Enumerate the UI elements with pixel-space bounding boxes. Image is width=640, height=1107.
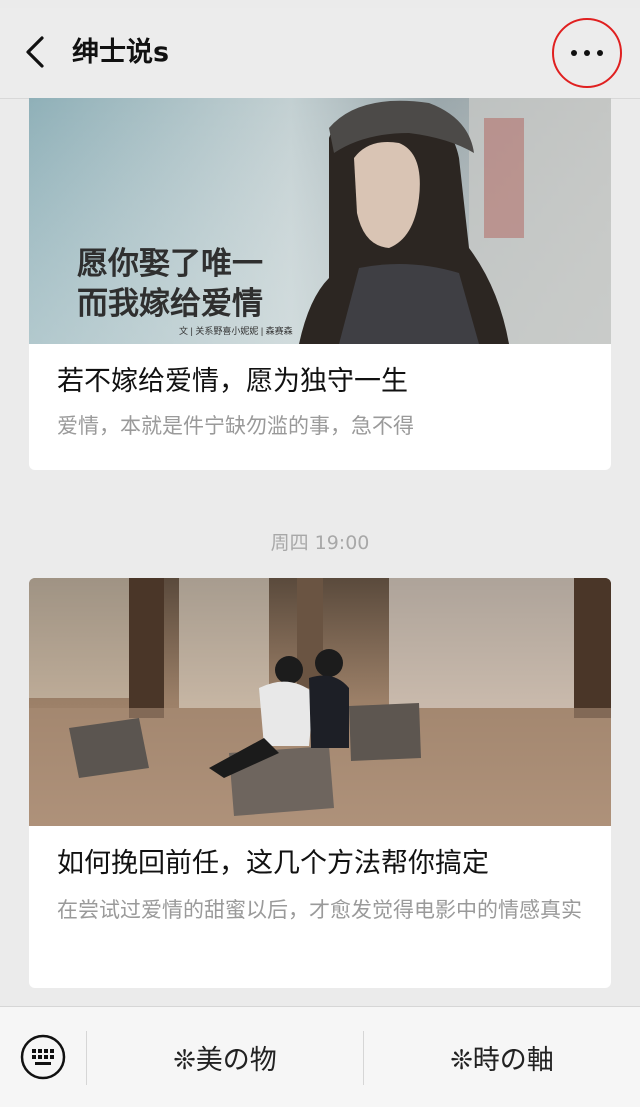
article-title: 若不嫁给爱情，愿为独守一生 — [57, 366, 408, 397]
article-description: 在尝试过爱情的甜蜜以后，才愈发觉得电影中的情感真实 — [57, 898, 582, 922]
more-button[interactable] — [552, 18, 622, 88]
image-caption-line1: 愿你娶了唯一 — [77, 246, 263, 282]
article-card[interactable]: 如何挽回前任，这几个方法帮你搞定 在尝试过爱情的甜蜜以后，才愈发觉得电影中的情感… — [29, 578, 611, 988]
more-dots-icon — [571, 50, 603, 56]
article-cover-image — [29, 578, 611, 826]
menu-item-label: ❊美の物 — [173, 1044, 277, 1076]
bottom-menu-bar: ❊美の物 ❊時の軸 — [0, 1006, 640, 1107]
menu-item-label: ❊時の軸 — [450, 1044, 554, 1076]
image-caption-line2: 而我嫁给爱情 — [77, 286, 263, 322]
article-title: 如何挽回前任，这几个方法帮你搞定 — [57, 848, 489, 879]
keyboard-icon[interactable] — [20, 1034, 66, 1080]
status-bar — [0, 0, 640, 8]
article-cover-image: 愿你娶了唯一 而我嫁给爱情 文 | 关系野喜小妮妮 | 森赛森 — [29, 98, 611, 344]
page-title: 绅士说s — [72, 37, 170, 68]
menu-item-timeline[interactable]: ❊時の軸 — [364, 1007, 640, 1107]
chevron-left-icon[interactable] — [22, 35, 50, 69]
article-description: 爱情，本就是件宁缺勿滥的事，急不得 — [57, 414, 414, 438]
nav-bar: 绅士说s — [0, 8, 640, 99]
article-card[interactable]: 愿你娶了唯一 而我嫁给爱情 文 | 关系野喜小妮妮 | 森赛森 若不嫁给爱情，愿… — [29, 98, 611, 470]
menu-item-beauty[interactable]: ❊美の物 — [87, 1007, 363, 1107]
message-timestamp: 周四 19:00 — [270, 532, 370, 554]
image-credit: 文 | 关系野喜小妮妮 | 森赛森 — [179, 325, 293, 336]
